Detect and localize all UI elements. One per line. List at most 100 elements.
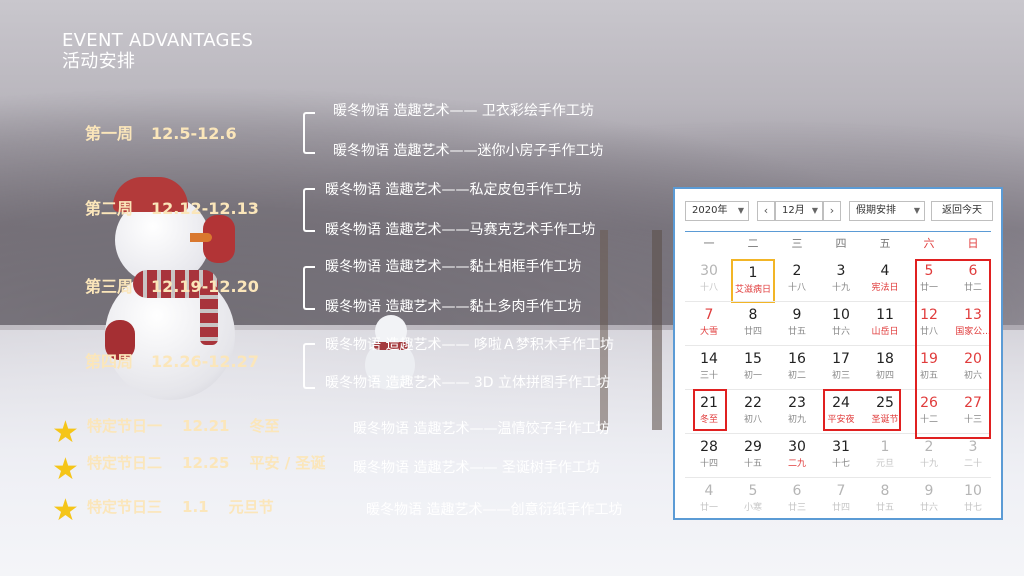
calendar-day-cell[interactable]: 2 十八	[775, 259, 819, 303]
chevron-right-icon: ›	[829, 204, 835, 217]
holiday-date: 12.21	[182, 417, 230, 435]
activity-item: 暖冬物语 造趣艺术—— 3D 立体拼图手作工坊	[325, 375, 611, 391]
calendar-day-cell[interactable]: 4 宪法日	[863, 259, 907, 303]
week-4-label: 第四周 12.26-12.27	[85, 348, 259, 372]
day-number: 30	[788, 439, 806, 455]
day-number: 29	[744, 439, 762, 455]
day-lunar-label: 十七	[831, 459, 850, 469]
calendar-day-cell[interactable]: 7 廿四	[819, 479, 863, 523]
activity-item: 暖冬物语 造趣艺术——创意衍纸手作工坊	[366, 502, 623, 518]
week-3-label: 第三周 12.19-12.20	[85, 273, 259, 297]
holiday-select[interactable]: 假期安排 ▼	[849, 201, 925, 221]
calendar-day-cell[interactable]: 3 二十	[951, 435, 995, 479]
day-number: 17	[832, 351, 850, 367]
calendar-row-divider	[685, 477, 991, 478]
calendar-day-cell[interactable]: 10 廿六	[819, 303, 863, 347]
day-lunar-label: 初八	[743, 415, 762, 425]
day-lunar-label: 艾滋病日	[734, 285, 771, 295]
prev-month-button[interactable]: ‹	[757, 201, 775, 221]
calendar-day-cell[interactable]: 17 初三	[819, 347, 863, 391]
calendar-day-cell[interactable]: 15 初一	[731, 347, 775, 391]
activity-item: 暖冬物语 造趣艺术——马赛克艺术手作工坊	[325, 222, 596, 238]
activity-item: 暖冬物语 造趣艺术——私定皮包手作工坊	[325, 182, 582, 198]
day-number: 7	[704, 307, 714, 323]
calendar-day-cell[interactable]: 10 廿七	[951, 479, 995, 523]
weekday-header: 二	[747, 237, 759, 250]
calendar-day-cell[interactable]: 2 十九	[907, 435, 951, 479]
day-number: 8	[880, 483, 890, 499]
calendar-day-cell[interactable]: 8 廿五	[863, 479, 907, 523]
day-number: 11	[876, 307, 894, 323]
day-number: 2	[792, 263, 802, 279]
calendar-day-cell[interactable]: 16 初二	[775, 347, 819, 391]
day-number: 7	[836, 483, 846, 499]
day-lunar-label: 山岳日	[871, 327, 899, 337]
day-lunar-label: 初一	[743, 371, 762, 381]
day-number: 22	[744, 395, 762, 411]
holiday-name-label: 特定节日二	[87, 454, 163, 472]
calendar-day-cell[interactable]: 30 十八	[687, 259, 731, 303]
calendar-day-cell[interactable]: 18 初四	[863, 347, 907, 391]
calendar-day-cell[interactable]: 8 廿四	[731, 303, 775, 347]
calendar-day-cell[interactable]: 30 二九	[775, 435, 819, 479]
month-value: 12月	[782, 205, 805, 216]
weekday-header: 一	[703, 237, 715, 250]
calendar-day-cell[interactable]: 1 艾滋病日	[731, 259, 775, 303]
calendar-day-cell[interactable]: 9 廿五	[775, 303, 819, 347]
calendar-day-cell[interactable]: 31 十七	[819, 435, 863, 479]
bracket	[303, 266, 315, 310]
weekday-header: 日	[967, 237, 979, 250]
month-select[interactable]: 12月 ▼	[775, 201, 823, 221]
day-number: 14	[700, 351, 718, 367]
day-number: 1	[748, 265, 758, 281]
calendar-day-cell[interactable]: 14 三十	[687, 347, 731, 391]
bracket	[303, 112, 315, 154]
today-button[interactable]: 返回今天	[931, 201, 993, 221]
day-lunar-label: 廿七	[963, 503, 982, 513]
activity-item: 暖冬物语 造趣艺术——黏土相框手作工坊	[325, 259, 582, 275]
calendar-day-cell[interactable]: 6 廿三	[775, 479, 819, 523]
christmas-highlight-box	[823, 389, 901, 431]
day-number: 2	[924, 439, 934, 455]
week-date: 12.19-12.20	[151, 277, 259, 296]
day-number: 4	[880, 263, 890, 279]
day-lunar-label: 十五	[743, 459, 762, 469]
calendar-day-cell[interactable]: 1 元旦	[863, 435, 907, 479]
calendar-day-cell[interactable]: 23 初九	[775, 391, 819, 435]
next-month-button[interactable]: ›	[823, 201, 841, 221]
calendar-day-cell[interactable]: 28 十四	[687, 435, 731, 479]
calendar-divider	[685, 231, 991, 232]
activity-item: 暖冬物语 造趣艺术—— 哆啦Ａ梦积木手作工坊	[325, 337, 614, 353]
calendar-day-cell[interactable]: 5 小寒	[731, 479, 775, 523]
calendar-day-cell[interactable]: 4 廿一	[687, 479, 731, 523]
year-select[interactable]: 2020年 ▼	[685, 201, 749, 221]
year-value: 2020年	[692, 205, 728, 216]
calendar-day-cell[interactable]: 3 十九	[819, 259, 863, 303]
holiday-1-label: 特定节日一 12.21 冬至	[87, 415, 279, 436]
holiday-name: 冬至	[249, 417, 280, 435]
chevron-down-icon: ▼	[913, 206, 920, 215]
week-date: 12.12-12.13	[151, 199, 259, 218]
holiday-name-label: 特定节日一	[87, 417, 163, 435]
winter-solstice-highlight-box	[693, 389, 727, 431]
day-lunar-label: 廿四	[831, 503, 850, 513]
calendar-day-cell[interactable]: 7 大雪	[687, 303, 731, 347]
holiday-name: 元旦节	[228, 498, 274, 516]
calendar-day-cell[interactable]: 22 初八	[731, 391, 775, 435]
day-number: 30	[700, 263, 718, 279]
calendar-day-cell[interactable]: 11 山岳日	[863, 303, 907, 347]
day-lunar-label: 二十	[963, 459, 982, 469]
bracket	[303, 343, 315, 389]
day-lunar-label: 宪法日	[871, 283, 899, 293]
star-icon: ★	[52, 493, 79, 528]
calendar-day-cell[interactable]: 9 廿六	[907, 479, 951, 523]
activity-item: 暖冬物语 造趣艺术—— 圣诞树手作工坊	[353, 460, 600, 476]
activity-item: 暖冬物语 造趣艺术——迷你小房子手作工坊	[333, 143, 604, 159]
holiday-name-label: 特定节日三	[87, 498, 163, 516]
bracket	[303, 188, 315, 232]
day-lunar-label: 小寒	[743, 503, 762, 513]
week-name: 第一周	[85, 124, 134, 143]
day-lunar-label: 廿五	[875, 503, 894, 513]
calendar-day-cell[interactable]: 29 十五	[731, 435, 775, 479]
day-lunar-label: 廿三	[787, 503, 806, 513]
